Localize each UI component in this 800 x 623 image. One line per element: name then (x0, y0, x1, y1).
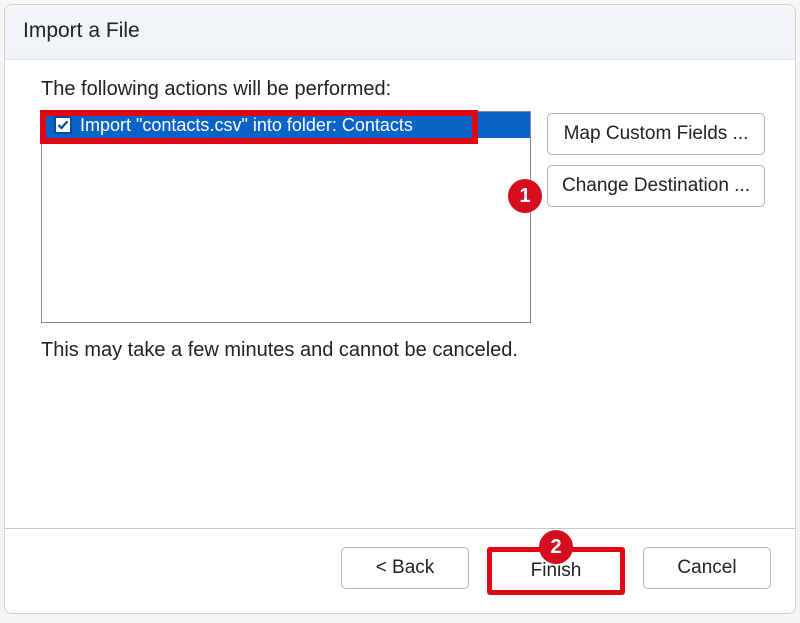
dialog-footer: < Back 2 Finish Cancel (5, 528, 795, 613)
back-button[interactable]: < Back (341, 547, 469, 589)
footer-note: This may take a few minutes and cannot b… (41, 339, 775, 362)
side-buttons: Map Custom Fields ... Change Destination… (547, 113, 765, 207)
dialog-body: 1 The following actions will be performe… (5, 60, 795, 528)
instruction-text: The following actions will be performed: (41, 78, 775, 101)
action-checkbox[interactable] (54, 116, 72, 134)
action-item-label: Import "contacts.csv" into folder: Conta… (80, 115, 413, 136)
finish-button[interactable]: 2 Finish (487, 547, 625, 595)
annotation-step-2: 2 (539, 530, 573, 564)
dialog-header: Import a File (5, 5, 795, 60)
content-row: Import "contacts.csv" into folder: Conta… (41, 111, 775, 323)
check-icon (57, 119, 69, 131)
actions-listbox[interactable]: Import "contacts.csv" into folder: Conta… (41, 111, 531, 323)
change-destination-button[interactable]: Change Destination ... (547, 165, 765, 207)
annotation-step-1: 1 (508, 179, 542, 213)
cancel-button[interactable]: Cancel (643, 547, 771, 589)
dialog-title: Import a File (23, 19, 777, 43)
import-file-dialog: Import a File 1 The following actions wi… (4, 4, 796, 614)
map-custom-fields-button[interactable]: Map Custom Fields ... (547, 113, 765, 155)
action-item[interactable]: Import "contacts.csv" into folder: Conta… (42, 112, 530, 138)
